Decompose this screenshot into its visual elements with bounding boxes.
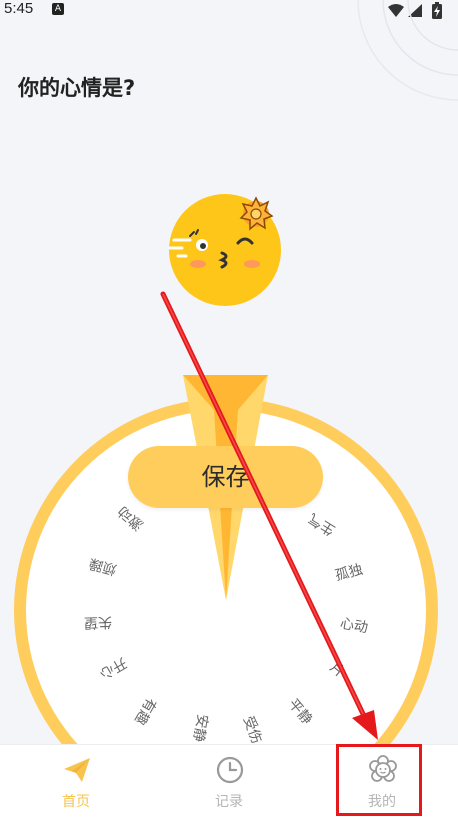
page-title: 你的心情是?	[18, 76, 136, 100]
notification-icon: A	[52, 3, 64, 15]
mood-label-disappointed[interactable]: 失望	[68, 612, 129, 632]
kiss-face-icon	[168, 194, 281, 306]
tab-home[interactable]: 首页	[0, 745, 152, 820]
tab-records-label: 记录	[215, 794, 243, 810]
save-button[interactable]: 保存	[128, 446, 323, 508]
clock-icon	[216, 756, 244, 784]
decorative-rings	[357, 0, 458, 101]
tab-records[interactable]: 记录	[153, 745, 305, 820]
tab-home-label: 首页	[62, 794, 90, 810]
tab-mine-label: 我的	[368, 794, 396, 810]
tab-mine[interactable]: 我的	[306, 745, 458, 820]
status-time: 5:45	[4, 0, 34, 17]
mood-wheel[interactable]	[0, 360, 458, 745]
flower-face-icon	[369, 755, 397, 782]
paper-plane-icon	[64, 758, 90, 782]
tab-bar: 首页 记录 我的	[0, 744, 458, 820]
